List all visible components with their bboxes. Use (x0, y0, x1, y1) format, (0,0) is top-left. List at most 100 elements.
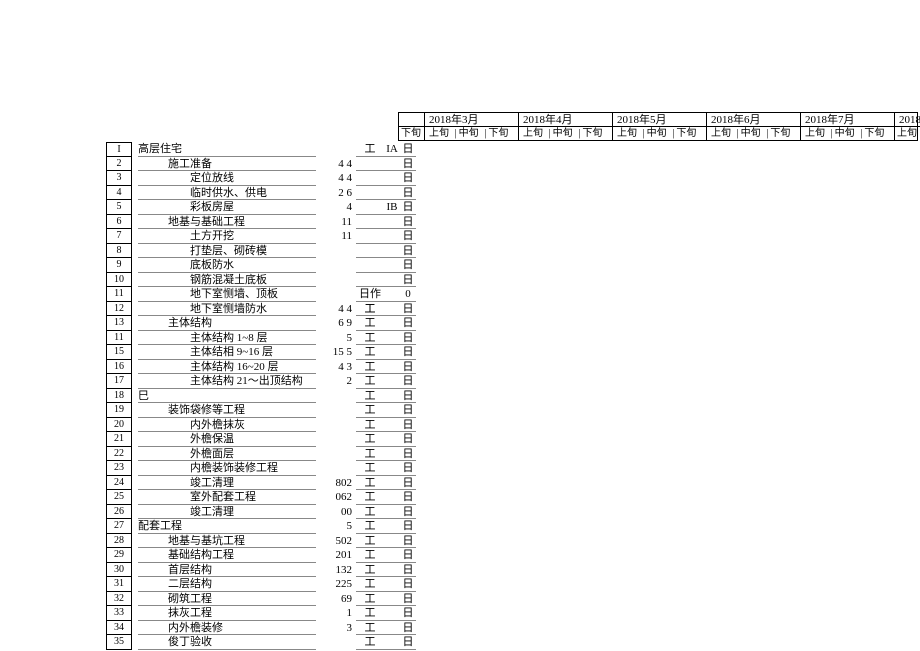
task-value (316, 432, 356, 447)
row-id: 22 (106, 447, 132, 462)
table-row: 30首层结构132工日 (106, 563, 416, 578)
task-unit-a: 工 (356, 577, 384, 592)
gantt-last-sub: 上旬 (895, 127, 920, 140)
task-code (384, 606, 400, 621)
task-unit-a (356, 215, 384, 230)
task-unit-day: 0 (400, 287, 416, 302)
task-unit-day: 日 (400, 461, 416, 476)
task-code (384, 229, 400, 244)
task-code (384, 461, 400, 476)
task-name: 主体结构 21～出顶结构 (138, 374, 316, 389)
task-unit-day: 日 (400, 316, 416, 331)
task-unit-a: 工 (356, 331, 384, 346)
table-row: 11主体结构 1~8 层5工日 (106, 331, 416, 346)
task-unit-day: 日 (400, 563, 416, 578)
row-id: 30 (106, 563, 132, 578)
table-row: 32砌筑工程69工日 (106, 592, 416, 607)
task-value: 4 4 (316, 171, 356, 186)
row-id: 27 (106, 519, 132, 534)
task-name: 俊丁验收 (138, 635, 316, 650)
row-id: 29 (106, 548, 132, 563)
task-unit-day: 日 (400, 258, 416, 273)
task-value: 00 (316, 505, 356, 520)
task-code (384, 258, 400, 273)
task-unit-day: 日 (400, 244, 416, 259)
task-value: 3 (316, 621, 356, 636)
row-id: 8 (106, 244, 132, 259)
task-value (316, 142, 356, 157)
gantt-sub-cell: 上旬中旬下旬 (801, 127, 895, 140)
task-value: 062 (316, 490, 356, 505)
task-code (384, 447, 400, 462)
task-unit-day: 日 (400, 302, 416, 317)
table-row: 6地基与基础工程11日 (106, 215, 416, 230)
task-unit-a: 工 (356, 345, 384, 360)
task-unit-a (356, 244, 384, 259)
task-value: 502 (316, 534, 356, 549)
task-value: 201 (316, 548, 356, 563)
task-value (316, 389, 356, 404)
task-name: 外檐面层 (138, 447, 316, 462)
task-unit-day: 日 (400, 621, 416, 636)
task-value: 15 5 (316, 345, 356, 360)
task-unit-day: 日 (400, 273, 416, 288)
table-row: 28地基与基坑工程502工日 (106, 534, 416, 549)
table-row: 15主体结相 9~16 层15 5工日 (106, 345, 416, 360)
gantt-sub-cell: 上旬中旬下旬 (613, 127, 707, 140)
table-row: 20内外檐抹灰工日 (106, 418, 416, 433)
table-row: 25室外配套工程062工日 (106, 490, 416, 505)
task-unit-a: 工 (356, 563, 384, 578)
task-unit-a: 工 (356, 635, 384, 650)
task-unit-a: 工 (356, 142, 384, 157)
table-row: 34内外檐装修3工日 (106, 621, 416, 636)
task-unit-day: 日 (400, 476, 416, 491)
task-unit-day: 日 (400, 389, 416, 404)
row-id: 20 (106, 418, 132, 433)
row-id: 3 (106, 171, 132, 186)
task-code (384, 244, 400, 259)
task-code (384, 302, 400, 317)
task-value (316, 258, 356, 273)
task-unit-day: 日 (400, 331, 416, 346)
task-code (384, 186, 400, 201)
task-value: 2 (316, 374, 356, 389)
table-row: 5彩板房屋4IB日 (106, 200, 416, 215)
table-row: 19装饰袋修等工程工日 (106, 403, 416, 418)
task-code (384, 374, 400, 389)
table-row: 8打垫层、砌砖模日 (106, 244, 416, 259)
task-unit-a: 工 (356, 403, 384, 418)
gantt-sub-cell: 上旬中旬下旬 (519, 127, 613, 140)
row-id: 21 (106, 432, 132, 447)
task-value: 132 (316, 563, 356, 578)
task-value: 5 (316, 519, 356, 534)
table-row: 7土方开挖11日 (106, 229, 416, 244)
task-name: 二层结构 (138, 577, 316, 592)
task-value: 225 (316, 577, 356, 592)
task-unit-day: 日 (400, 157, 416, 172)
task-value: 5 (316, 331, 356, 346)
task-code (384, 316, 400, 331)
table-row: 4临时供水、供电2 6日 (106, 186, 416, 201)
row-id: 18 (106, 389, 132, 404)
task-code (384, 534, 400, 549)
task-unit-a: 工 (356, 548, 384, 563)
task-code (384, 215, 400, 230)
task-name: 主体结构 1~8 层 (138, 331, 316, 346)
row-id: 10 (106, 273, 132, 288)
table-row: 3定位放线4 4日 (106, 171, 416, 186)
task-unit-day: 日 (400, 534, 416, 549)
row-id: 35 (106, 635, 132, 650)
task-unit-day: 日 (400, 374, 416, 389)
task-name: 钢筋混凝土底板 (138, 273, 316, 288)
task-name: 施工准备 (138, 157, 316, 172)
task-unit-a (356, 229, 384, 244)
task-unit-day: 日 (400, 447, 416, 462)
task-unit-a: 工 (356, 476, 384, 491)
task-name: 地下室恻墙、顶板 (138, 287, 316, 302)
task-unit-day: 日 (400, 215, 416, 230)
table-row: 17主体结构 21～出顶结构2工日 (106, 374, 416, 389)
row-id: 12 (106, 302, 132, 317)
task-name: 主体结构 16~20 层 (138, 360, 316, 375)
task-unit-day: 日 (400, 519, 416, 534)
table-row: 10 钢筋混凝土底板 日 (106, 273, 416, 288)
